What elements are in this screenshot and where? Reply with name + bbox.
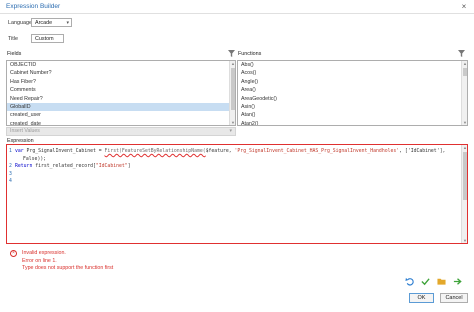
functions-filter-icon[interactable] bbox=[458, 50, 465, 57]
functions-scrollbar[interactable]: ▲ ▼ bbox=[461, 61, 467, 125]
code-string: 'Prg_SignalInvent_Cabinet_HAS_Prg_Signal… bbox=[234, 149, 400, 154]
title-bar: Expression Builder × bbox=[0, 0, 474, 14]
functions-list-item[interactable]: Atan() bbox=[238, 111, 467, 119]
chevron-down-icon: ▾ bbox=[66, 20, 69, 26]
error-message: Error on line 1. bbox=[22, 257, 57, 264]
scroll-up-icon[interactable]: ▲ bbox=[462, 61, 467, 66]
fields-list-item[interactable]: Comments bbox=[7, 86, 235, 94]
functions-list-item[interactable]: Abs() bbox=[238, 61, 467, 69]
line-number: 3 bbox=[9, 171, 12, 177]
scroll-up-icon[interactable]: ▲ bbox=[462, 145, 468, 150]
error-message: Invalid expression. bbox=[22, 250, 66, 256]
code-keyword: Return bbox=[15, 164, 33, 169]
code-area[interactable]: 1 var Prg_SignalInvent_Cabinet = First(Fe… bbox=[9, 148, 459, 186]
chevron-down-icon: ▾ bbox=[229, 128, 232, 134]
code-line: 2 Return first_related_record["IdCabinet"… bbox=[9, 163, 459, 171]
scroll-thumb[interactable] bbox=[463, 152, 467, 200]
scroll-down-icon[interactable]: ▼ bbox=[230, 120, 235, 125]
code-text: , ['IdCabinet'], bbox=[399, 149, 446, 154]
line-number: 4 bbox=[9, 179, 12, 184]
functions-list-item[interactable]: Acos() bbox=[238, 69, 467, 77]
scroll-thumb[interactable] bbox=[463, 68, 467, 76]
functions-list-item[interactable]: Atan2() bbox=[238, 120, 467, 125]
fields-filter-icon[interactable] bbox=[228, 50, 235, 57]
run-icon[interactable] bbox=[453, 277, 462, 286]
scroll-up-icon[interactable]: ▲ bbox=[230, 61, 235, 66]
functions-list-item[interactable]: Angle() bbox=[238, 78, 467, 86]
language-label: Language bbox=[8, 20, 32, 26]
scroll-down-icon[interactable]: ▼ bbox=[462, 120, 467, 125]
insert-values-select[interactable]: Insert Values ▾ bbox=[6, 127, 236, 136]
fields-list-item[interactable]: created_user bbox=[7, 111, 235, 119]
fields-list-item[interactable]: Need Repair? bbox=[7, 95, 235, 103]
check-icon[interactable] bbox=[421, 277, 430, 286]
code-text: first_related_record[ bbox=[32, 164, 96, 169]
code-function: First(FeatureSetByRelationshipName( bbox=[104, 149, 206, 154]
language-value: Arcade bbox=[35, 20, 53, 26]
functions-list[interactable]: Abs() Acos() Angle() Area() AreaGeodetic() As… bbox=[237, 60, 468, 126]
code-line: 3 bbox=[9, 171, 459, 179]
functions-list-item[interactable]: AreaGeodetic() bbox=[238, 95, 467, 103]
code-text: $feature, bbox=[205, 149, 235, 154]
fields-list-item[interactable]: Has Fiber? bbox=[7, 78, 235, 86]
folder-icon[interactable] bbox=[437, 277, 446, 286]
fields-list[interactable]: OBJECTID Cabinet Number? Has Fiber? Comment… bbox=[6, 60, 236, 126]
code-line-wrap: False)); bbox=[9, 156, 459, 164]
code-text: ] bbox=[127, 164, 131, 169]
code-text: False)); bbox=[23, 156, 47, 162]
undo-icon[interactable] bbox=[405, 277, 414, 286]
window-title: Expression Builder bbox=[6, 3, 61, 10]
functions-list-item[interactable]: Area() bbox=[238, 86, 467, 94]
code-keyword: var bbox=[15, 149, 24, 154]
code-line: 1 var Prg_SignalInvent_Cabinet = First(Fe… bbox=[9, 148, 459, 156]
title-input[interactable]: Custom bbox=[31, 34, 64, 43]
expression-editor[interactable]: 1 var Prg_SignalInvent_Cabinet = First(Fe… bbox=[6, 144, 468, 244]
error-message: Type does not support the function first bbox=[22, 265, 114, 271]
functions-header: Functions bbox=[238, 51, 262, 57]
fields-list-item[interactable]: created_date bbox=[7, 120, 235, 125]
error-icon: × bbox=[10, 250, 17, 257]
code-text: Prg_SignalInvent_Cabinet = bbox=[23, 149, 105, 154]
close-icon[interactable]: × bbox=[458, 0, 470, 13]
fields-header: Fields bbox=[7, 51, 22, 57]
cancel-button[interactable]: Cancel bbox=[440, 293, 468, 303]
fields-scrollbar[interactable]: ▲ ▼ bbox=[229, 61, 235, 125]
fields-list-item[interactable]: Cabinet Number? bbox=[7, 69, 235, 77]
title-label: Title bbox=[8, 36, 18, 42]
code-string: "IdCabinet" bbox=[95, 164, 128, 169]
scroll-thumb[interactable] bbox=[231, 68, 235, 110]
ok-button[interactable]: OK bbox=[409, 293, 434, 303]
code-line: 4 bbox=[9, 178, 459, 186]
language-select[interactable]: Arcade ▾ bbox=[31, 18, 72, 27]
editor-scrollbar[interactable]: ▲ ▼ bbox=[461, 145, 467, 243]
fields-list-item[interactable]: GlobalID bbox=[7, 102, 235, 112]
title-value: Custom bbox=[35, 36, 54, 42]
fields-list-item[interactable]: OBJECTID bbox=[7, 61, 235, 69]
insert-values-placeholder: Insert Values bbox=[10, 128, 40, 134]
functions-list-item[interactable]: Asin() bbox=[238, 103, 467, 111]
scroll-down-icon[interactable]: ▼ bbox=[462, 238, 468, 243]
